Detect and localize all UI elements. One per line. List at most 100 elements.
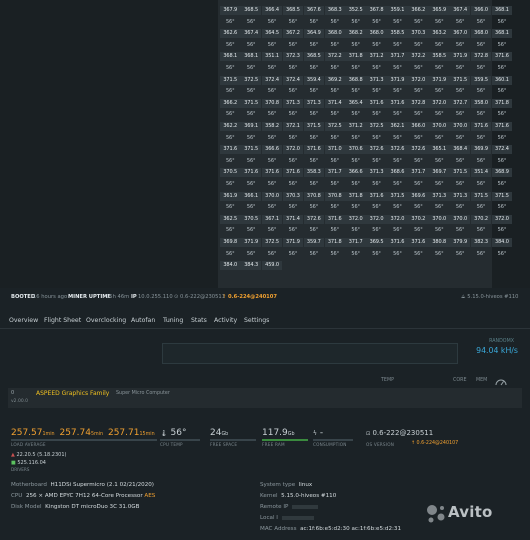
os-update-available[interactable]: ↑ 0.6-224@240107 (411, 441, 458, 446)
gpu-hashrate-cell: 359.7 (303, 238, 325, 247)
gpu-temp-cell: 56° (414, 227, 423, 234)
tab-overview[interactable]: Overview (9, 316, 38, 328)
gpu-temp-cell: 56° (372, 250, 381, 257)
gpu-temp-cell: 56° (393, 181, 402, 187)
gpu-hashrate-cell: 370.0 (261, 191, 283, 201)
gpu-temp-cell: 56° (225, 250, 235, 257)
gpu-temp-cell: 56° (434, 111, 444, 118)
package-icon: ⊡ (366, 431, 371, 437)
gpu-temp-cell: 56° (330, 204, 340, 211)
gpu-hashrate-cell: 365.1 (429, 145, 450, 155)
local-ip-info: Local I (260, 515, 314, 521)
gpu-row[interactable]: 0 ASPEED Graphics Family Super Micro Com… (8, 388, 522, 408)
gpu-temp-cell: 56° (434, 181, 444, 187)
gpu-temp-cell: 56° (393, 157, 402, 164)
uptime-value: 15h 46m (106, 294, 130, 300)
algorithm-label: RANDOMX (489, 339, 514, 344)
gpu-temp-cell: 56° (267, 181, 277, 187)
gpu-hashrate-cell: 367.6 (303, 6, 325, 15)
gpu-hashrate-cell: 380.8 (429, 238, 450, 247)
gpu-hashrate-cell: 363.2 (429, 29, 450, 39)
gpu-hashrate-cell: 371.4 (324, 98, 345, 108)
gpu-hashrate-cell: 364.9 (303, 29, 325, 39)
gpu-hashrate-cell: 351.4 (470, 168, 492, 178)
gpu-hashrate-cell: 359.4 (303, 75, 325, 85)
tab-settings[interactable]: Settings (244, 316, 269, 328)
gpu-temp-cell: 56° (372, 41, 381, 48)
gauge-icon[interactable] (495, 378, 507, 386)
gpu-temp-cell: 56° (476, 204, 486, 211)
tab-flight-sheet[interactable]: Flight Sheet (44, 316, 81, 328)
os-version: ⊡ 0.6-222@230511 OS VERSION ↑ 0.6-224@24… (366, 428, 466, 464)
temp-column-header: TEMP (381, 378, 394, 383)
gpu-hashrate-cell: 371.6 (366, 191, 387, 201)
gpu-hashrate-cell: 367.4 (449, 6, 471, 15)
gpu-hashrate-cell: 372.1 (282, 122, 304, 131)
gpu-temp-cell: 56° (267, 41, 277, 48)
gpu-temp-cell: 56° (434, 18, 444, 25)
disk-info: Disk Model Kingston DT microDuo 3C 31.0G… (11, 504, 140, 510)
free-ram-bar (262, 439, 308, 441)
gpu-hashrate-cell: 370.5 (220, 168, 241, 178)
gpu-hashrate-cell: 371.6 (303, 145, 325, 155)
gpu-temp-cell: 56° (288, 204, 298, 211)
tab-autofan[interactable]: Autofan (131, 316, 155, 328)
gpu-hashrate-cell: 368.3 (324, 6, 345, 15)
free-space-bar (210, 439, 256, 441)
gpu-temp-cell: 56° (246, 181, 256, 187)
status-bar: BOOTED 16 hours ago MINER UPTIME 15h 46m… (0, 290, 530, 304)
gpu-hashrate-cell: 372.5 (366, 122, 387, 131)
gpu-hashrate-cell: 371.9 (282, 238, 304, 247)
gpu-temp-cell: 56° (497, 227, 507, 234)
gpu-hashrate-cell: 371.6 (220, 145, 241, 155)
gpu-temp-cell: 56° (455, 250, 465, 257)
gpu-hashrate-cell: 370.3 (282, 191, 304, 201)
gpu-hashrate-cell: 368.5 (303, 52, 325, 62)
gpu-temp-cell: 56° (351, 204, 360, 211)
gpu-temp-cell: 56° (393, 41, 402, 48)
tab-overclocking[interactable]: Overclocking (86, 316, 126, 328)
gpu-temp-cell: 56° (309, 111, 319, 118)
consumption-caption: CONSUMPTION (313, 442, 347, 447)
gpu-hashrate-cell: 370.8 (303, 191, 325, 201)
gpu-temp-cell: 56° (393, 134, 402, 141)
tab-stats[interactable]: Stats (191, 316, 207, 328)
total-hashrate: 94.04 kH/s (476, 346, 518, 355)
gpu-temp-cell: 56° (309, 181, 319, 187)
gpu-temp-cell: 56° (372, 111, 381, 118)
gpu-hashrate-cell: 371.3 (366, 75, 387, 85)
gpu-temp-cell: 56° (476, 134, 486, 141)
tab-activity[interactable]: Activity (214, 316, 237, 328)
gpu-hashrate-cell: 370.2 (408, 214, 429, 224)
gpu-hashrate-cell: 371.9 (240, 238, 262, 247)
os-version-caption: OS VERSION (366, 442, 395, 447)
gpu-temp-cell: 56° (351, 88, 360, 95)
hashrate-grid: 367.9 368.5 366.4 368.5 367.6 368.3 352.5 367.8… (220, 0, 513, 288)
gpu-hashrate-cell: 371.3 (303, 98, 325, 108)
gpu-hashrate-cell: 370.2 (470, 214, 492, 224)
gpu-temp-cell: 56° (246, 111, 256, 118)
gpu-temp-cell: 56° (351, 134, 360, 141)
gpu-temp-cell: 56° (372, 227, 381, 234)
gpu-temp-cell: 56° (455, 157, 465, 164)
gpu-temp-cell: 56° (455, 181, 465, 187)
version-update-badge[interactable]: ↑ 0.6-224@240107 (222, 290, 277, 304)
gpu-hashrate-cell: 369.9 (470, 145, 492, 155)
gpu-hashrate-cell: 371.6 (261, 168, 283, 178)
gpu-temp-cell: 56° (393, 65, 402, 71)
load-average-1min: 257.57 (11, 428, 43, 438)
gpu-temp-cell: 56° (309, 88, 319, 95)
gpu-temp-cell: 56° (330, 65, 340, 71)
gpu-hashrate-cell: 358.0 (470, 98, 492, 108)
mac-address-info: MAC Address ac:1f:6b:e5:d2:30 ac:1f:6b:e… (260, 526, 402, 532)
gpu-temp-cell: 56° (393, 88, 402, 95)
gpu-temp-cell: 56° (393, 18, 402, 25)
gpu-hashrate-cell: 368.0 (324, 29, 345, 39)
tab-tuning[interactable]: Tuning (163, 316, 183, 328)
gpu-hashrate-cell: 371.8 (345, 191, 366, 201)
gpu-hashrate-cell: 366.6 (261, 145, 283, 155)
gpu-temp-cell: 56° (288, 134, 298, 141)
gpu-temp-cell: 56° (246, 227, 256, 234)
gpu-hashrate-cell: 372.0 (366, 214, 387, 224)
gpu-temp-cell: 56° (246, 65, 256, 71)
